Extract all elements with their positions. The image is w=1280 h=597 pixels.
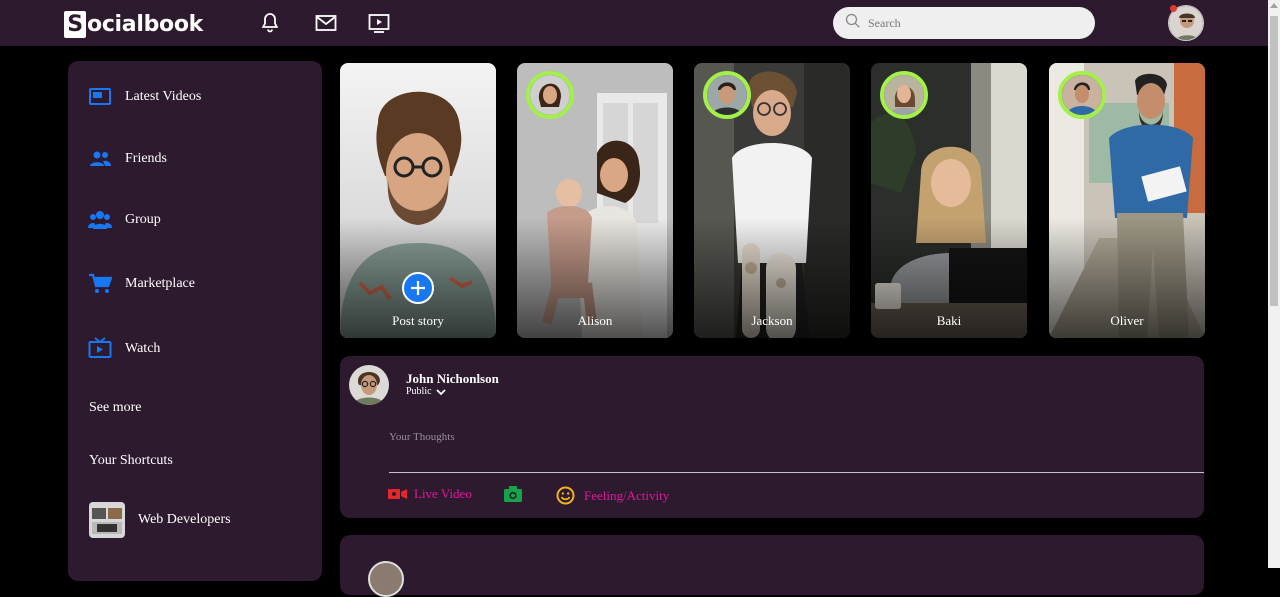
search-box[interactable] [833, 7, 1095, 39]
story-name: Baki [936, 313, 962, 328]
sidebar-item-label: Group [125, 212, 161, 227]
composer-user-name[interactable]: John Nichonlson [406, 371, 499, 387]
oliver-avatar [1062, 75, 1102, 115]
left-sidebar: Latest Videos Friends Group Marketplace … [68, 61, 322, 581]
mail-icon[interactable] [314, 11, 338, 35]
feed-post [340, 535, 1204, 597]
story-card-jackson[interactable]: Jackson [694, 63, 850, 338]
privacy-selector[interactable]: Public [406, 386, 447, 397]
post-composer: John Nichonlson Public Live Video Feelin… [340, 356, 1204, 518]
sidebar-item-label: Watch [125, 341, 161, 356]
latest-videos-icon [88, 85, 112, 109]
page-scrollbar[interactable] [1268, 0, 1280, 568]
logo-text: ocialbook [87, 11, 203, 37]
notification-dot [1170, 5, 1177, 12]
group-icon [88, 208, 112, 232]
story-card-oliver[interactable]: Oliver [1049, 63, 1205, 338]
shortcut-label: Web Developers [138, 512, 231, 527]
story-card-alison[interactable]: Alison [517, 63, 673, 338]
composer-divider [389, 472, 1204, 473]
sidebar-item-group[interactable]: Group [88, 208, 161, 232]
tv-icon [88, 337, 112, 361]
video-icon[interactable] [367, 11, 391, 35]
story-avatar-ring [703, 71, 751, 119]
story-avatar-ring [880, 71, 928, 119]
search-input[interactable] [868, 15, 1068, 31]
scrollbar-thumb[interactable] [1270, 16, 1278, 306]
sidebar-item-marketplace[interactable]: Marketplace [88, 272, 195, 296]
shortcut-thumbnail [89, 502, 125, 538]
action-label: Feeling/Activity [584, 487, 670, 503]
story-card-post-story[interactable]: Post story [340, 63, 496, 338]
see-more-link[interactable]: See more [89, 400, 141, 416]
sidebar-item-label: Marketplace [125, 276, 195, 291]
sidebar-item-latest-videos[interactable]: Latest Videos [88, 85, 201, 109]
story-card-baki[interactable]: Baki [871, 63, 1027, 338]
feeling-activity-button[interactable]: Feeling/Activity [556, 486, 669, 505]
search-icon [845, 13, 861, 34]
story-name: Post story [392, 313, 444, 328]
post-avatar[interactable] [368, 561, 404, 597]
privacy-label: Public [406, 386, 432, 397]
shortcuts-heading: Your Shortcuts [89, 453, 173, 468]
sidebar-item-label: Friends [125, 151, 167, 166]
chevron-down-icon [435, 388, 446, 395]
smiley-icon [556, 486, 575, 505]
logo[interactable]: Socialbook [64, 10, 203, 38]
top-navbar: Socialbook [0, 0, 1268, 46]
story-name: Jackson [751, 313, 793, 328]
alison-avatar [530, 75, 570, 115]
jackson-avatar [707, 75, 747, 115]
logo-mark: S [64, 10, 86, 38]
sidebar-item-watch[interactable]: Watch [88, 337, 160, 361]
scroll-up-arrow[interactable] [1270, 3, 1278, 8]
baki-avatar [884, 75, 924, 115]
sidebar-item-friends[interactable]: Friends [88, 147, 167, 171]
action-label: Live Video [414, 486, 472, 501]
story-avatar-ring [1058, 71, 1106, 119]
thoughts-input[interactable] [389, 431, 989, 443]
composer-avatar[interactable] [349, 365, 389, 405]
live-video-button[interactable]: Live Video [388, 486, 472, 502]
cart-icon [88, 272, 112, 296]
plus-icon [411, 281, 425, 295]
friends-icon [88, 147, 112, 171]
add-story-button[interactable] [402, 272, 434, 304]
bell-icon[interactable] [258, 11, 282, 35]
sidebar-item-label: Latest Videos [125, 89, 202, 104]
live-video-icon [388, 489, 407, 499]
photo-button[interactable] [504, 486, 522, 502]
story-name: Oliver [1110, 313, 1144, 328]
shortcut-web-developers[interactable]: Web Developers [89, 502, 231, 538]
camera-icon [504, 486, 522, 502]
story-avatar-ring [526, 71, 574, 119]
story-name: Alison [577, 313, 613, 328]
